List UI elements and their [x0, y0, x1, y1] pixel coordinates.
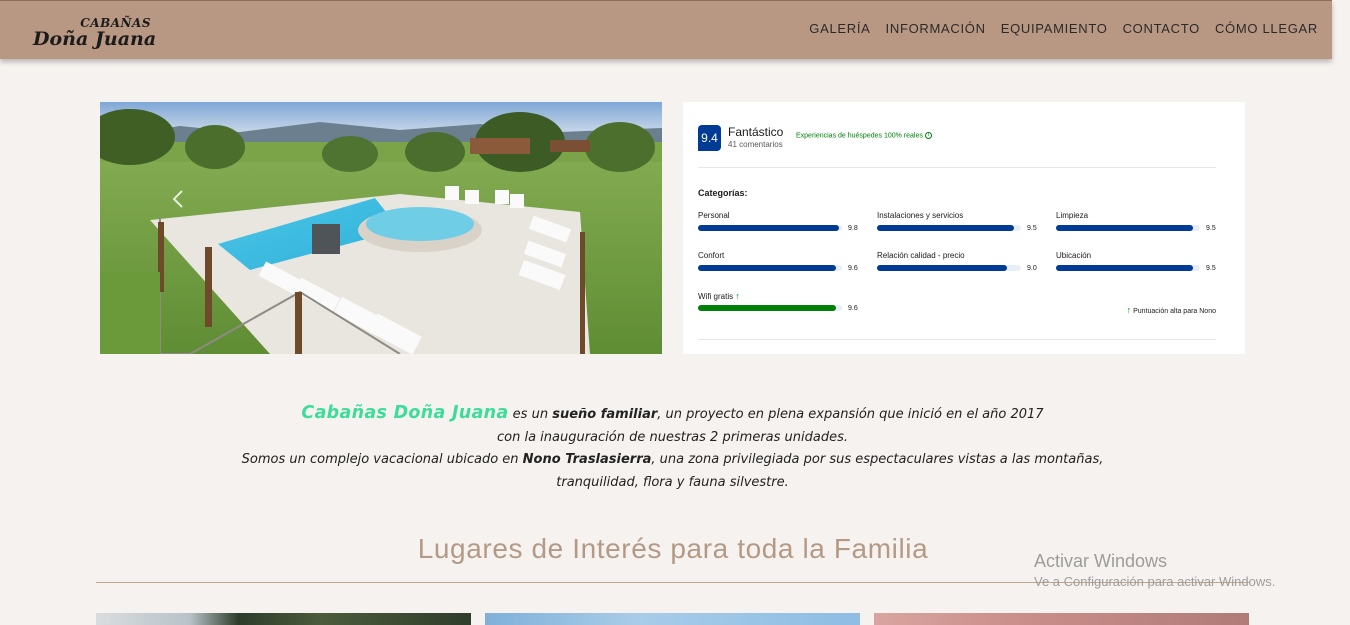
score-word: Fantástico [728, 125, 784, 139]
category-value: 9.8 [848, 225, 858, 232]
categories-title: Categorías: [698, 188, 748, 198]
category-personal: Personal 9.8 [698, 211, 868, 241]
divider [698, 339, 1216, 340]
divider [698, 167, 1216, 168]
main-nav: GALERÍA INFORMACIÓN EQUIPAMIENTO CONTACT… [794, 21, 1318, 37]
nav-contacto[interactable]: CONTACTO [1123, 21, 1200, 37]
intro-part4: , una zona privilegiada por sus espectac… [651, 452, 1104, 467]
verified-text: Experiencias de huéspedes 100% reales [796, 132, 923, 140]
category-ubicacion: Ubicación 9.5 [1056, 251, 1226, 281]
score-bar [877, 225, 1021, 231]
category-calidad-precio: Relación calidad - precio 9.0 [877, 251, 1047, 281]
score-bar-fill [1056, 225, 1193, 231]
interest-card-1[interactable] [96, 613, 471, 625]
score-bar-fill [698, 265, 837, 271]
arrow-up-icon: ↑ [1126, 305, 1132, 315]
intro-part2: , un proyecto en plena expansión que ini… [657, 407, 1044, 422]
category-value: 9.5 [1206, 265, 1216, 272]
score-bar-fill [877, 265, 1007, 271]
interest-card-2[interactable] [485, 613, 860, 625]
category-label: Confort [698, 251, 725, 260]
category-wifi: Wifi gratis ↑ 9.6 [698, 291, 868, 321]
category-instalaciones: Instalaciones y servicios 9.5 [877, 211, 1047, 241]
activation-subtitle: Ve a Configuración para activar Windows. [1034, 574, 1276, 589]
arrow-up-icon: ↑ [735, 291, 740, 301]
score-bar-fill [698, 305, 837, 311]
intro-part1: es un [508, 407, 553, 422]
category-label-wrap: Wifi gratis ↑ [698, 291, 740, 301]
photo-carousel[interactable] [100, 102, 662, 354]
category-value: 9.6 [848, 265, 858, 272]
interest-card-3[interactable] [874, 613, 1249, 625]
logo-big-text: Doña Juana [33, 28, 157, 50]
score-badge: 9.4 [698, 125, 721, 151]
category-label: Wifi gratis [698, 292, 734, 301]
category-label: Instalaciones y servicios [877, 211, 964, 220]
category-label: Ubicación [1056, 251, 1092, 260]
info-icon[interactable]: i [924, 132, 932, 139]
high-score-note: ↑ Puntuación alta para Nono [1127, 305, 1216, 315]
reviews-panel: 9.4 Fantástico 41 comentarios Experienci… [683, 102, 1245, 354]
intro-line2: con la inauguración de nuestras 2 primer… [496, 429, 849, 445]
intro-text: Cabañas Doña Juana es un sueño familiar,… [100, 402, 1245, 494]
score-bar-fill [877, 225, 1014, 231]
category-limpieza: Limpieza 9.5 [1056, 211, 1226, 241]
chevron-left-icon[interactable] [168, 188, 190, 210]
nav-como-llegar[interactable]: CÓMO LLEGAR [1215, 21, 1318, 37]
high-score-text: Puntuación alta para Nono [1133, 308, 1216, 315]
score-bar [698, 225, 842, 231]
site-logo[interactable]: CABAÑAS Doña Juana [33, 16, 163, 52]
intro-bold2: Nono Traslasierra [522, 452, 652, 467]
score-bar [877, 265, 1021, 271]
pool-photo [100, 102, 662, 354]
nav-informacion[interactable]: INFORMACIÓN [886, 21, 986, 37]
windows-activation-watermark: Activar Windows Ve a Configuración para … [1034, 550, 1275, 592]
nav-equipamiento[interactable]: EQUIPAMIENTO [1001, 21, 1108, 37]
category-value: 9.0 [1027, 265, 1037, 272]
activation-title: Activar Windows [1034, 551, 1168, 571]
score-bar-fill [1056, 265, 1193, 271]
intro-brand: Cabañas Doña Juana [301, 403, 509, 423]
category-value: 9.5 [1206, 225, 1216, 232]
category-confort: Confort 9.6 [698, 251, 868, 281]
score-bar [1056, 265, 1200, 271]
category-label: Relación calidad - precio [877, 251, 965, 260]
category-label: Limpieza [1056, 211, 1089, 220]
score-bar [698, 265, 842, 271]
category-value: 9.6 [848, 305, 858, 312]
score-bar-fill [698, 225, 840, 231]
nav-galeria[interactable]: GALERÍA [809, 21, 870, 37]
category-label: Personal [698, 211, 730, 220]
intro-part3: Somos un complejo vacacional ubicado en [241, 452, 523, 467]
intro-line4: tranquilidad, flora y fauna silvestre. [556, 474, 789, 490]
score-bar [698, 305, 842, 311]
intro-bold1: sueño familiar [552, 407, 658, 422]
review-count[interactable]: 41 comentarios [728, 140, 783, 149]
site-header: CABAÑAS Doña Juana GALERÍA INFORMACIÓN E… [0, 0, 1332, 59]
category-value: 9.5 [1027, 225, 1037, 232]
verified-note: Experiencias de huéspedes 100% reales i [796, 132, 932, 139]
score-bar [1056, 225, 1200, 231]
